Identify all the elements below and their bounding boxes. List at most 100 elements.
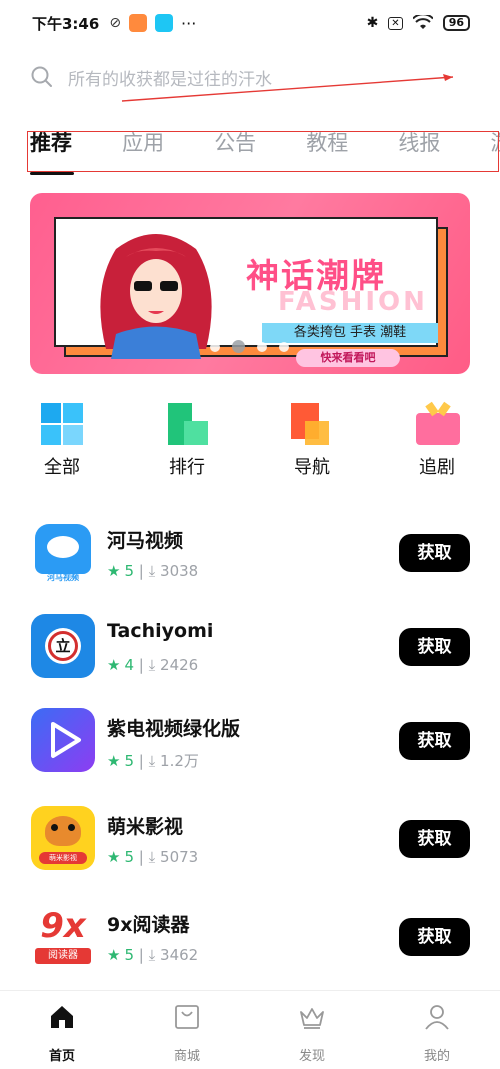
carousel-dot[interactable] [279, 342, 289, 352]
tv-icon [416, 401, 460, 445]
reader-icon-sublabel: 阅读器 [35, 948, 91, 964]
app-name: 紫电视频绿化版 [107, 718, 241, 740]
category-label: 排行 [169, 457, 205, 478]
app-rating: 4 [124, 656, 134, 674]
shopping-bag-icon [175, 1005, 199, 1029]
tachiyomi-icon-label: 立 [48, 631, 78, 661]
nav-home[interactable]: 首页 [22, 1001, 102, 1064]
app-rating: 5 [124, 752, 134, 770]
app-notification-icon [129, 14, 148, 32]
status-time: 下午3:46 [32, 14, 100, 33]
annotation-box [27, 131, 499, 172]
carousel-dot[interactable] [257, 342, 267, 352]
banner-cta[interactable]: 快来看看吧 [296, 349, 400, 367]
get-button[interactable]: 获取 [399, 628, 470, 666]
app-name: 萌米影视 [107, 816, 184, 838]
reader-icon-label: 9x [40, 906, 86, 946]
app-meta: ★ 5 | ⤓ 3462 [107, 946, 198, 964]
bluetooth-icon: ✱ [366, 15, 379, 31]
star-icon: ★ [107, 848, 121, 866]
download-icon: ⤓ [148, 946, 156, 964]
category-label: 追剧 [419, 457, 455, 478]
app-meta: ★ 5 | ⤓ 3038 [107, 562, 198, 580]
app-downloads: 3038 [160, 562, 199, 580]
list-item[interactable]: 9x 阅读器 9x阅读器 ★ 5 | ⤓ 3462 获取 [0, 904, 500, 974]
star-icon: ★ [107, 562, 121, 580]
annotation-arrow [121, 74, 454, 102]
hippo-video-icon-label: 河马视频 [47, 573, 79, 582]
banner-fashion: FASHION [278, 287, 428, 317]
camel-icon: 萌米影视 [31, 806, 95, 870]
tachiyomi-icon: 立 [31, 614, 95, 678]
app-name: 9x阅读器 [107, 914, 190, 936]
get-button[interactable]: 获取 [399, 918, 470, 956]
grid-icon [41, 403, 83, 445]
category-all[interactable]: 全部 [22, 400, 102, 479]
more-notifications-icon: ··· [181, 13, 197, 33]
wifi-icon [412, 15, 433, 29]
app-downloads: 5073 [160, 848, 199, 866]
app-rating: 5 [124, 848, 134, 866]
divider: | [138, 752, 149, 770]
get-button[interactable]: 获取 [399, 820, 470, 858]
navigation-icon [291, 403, 333, 445]
nav-label: 发现 [298, 1049, 325, 1064]
crown-icon [300, 1008, 324, 1029]
mute-icon: ⊘ [109, 15, 122, 31]
sim-icon: ✕ [388, 16, 403, 30]
get-button[interactable]: 获取 [399, 534, 470, 572]
category-tv[interactable]: 追剧 [397, 400, 477, 479]
category-label: 全部 [44, 457, 80, 478]
banner-subtitle: 各类挎包 手表 潮鞋 [262, 323, 438, 343]
play-icon [31, 708, 95, 772]
list-item[interactable]: 萌米影视 萌米影视 ★ 5 | ⤓ 5073 获取 [0, 806, 500, 876]
download-icon: ⤓ [148, 562, 156, 580]
list-item[interactable]: 紫电视频绿化版 ★ 5 | ⤓ 1.2万 获取 [0, 708, 500, 778]
hippo-video-icon: 河马视频 [31, 520, 95, 584]
ranking-icon [166, 403, 208, 445]
nav-label: 首页 [48, 1049, 75, 1064]
carousel-indicator [210, 340, 289, 353]
nav-discover[interactable]: 发现 [272, 1001, 352, 1064]
app-rating: 5 [124, 946, 134, 964]
model-illustration [100, 234, 212, 359]
status-right: ✱ ✕ 96 [367, 15, 470, 31]
battery-icon: 96 [442, 15, 470, 31]
bottom-navigation: 首页 商城 发现 我的 [0, 990, 500, 1069]
get-button[interactable]: 获取 [399, 722, 470, 760]
banner-card: 神话潮牌 FASHION 各类挎包 手表 潮鞋 快来看看吧 [54, 217, 438, 367]
app-downloads: 3462 [160, 946, 199, 964]
category-ranking[interactable]: 排行 [147, 400, 227, 479]
list-item[interactable]: 河马视频 河马视频 ★ 5 | ⤓ 3038 获取 [0, 520, 500, 590]
star-icon: ★ [107, 946, 121, 964]
app-name: Tachiyomi [107, 620, 214, 642]
app-meta: ★ 4 | ⤓ 2426 [107, 656, 198, 674]
app-downloads: 2426 [160, 656, 199, 674]
promo-banner[interactable]: 神话潮牌 FASHION 各类挎包 手表 潮鞋 快来看看吧 [30, 193, 470, 374]
camel-icon-label: 萌米影视 [39, 852, 87, 864]
user-icon [425, 1005, 449, 1030]
divider: | [138, 848, 149, 866]
app-downloads: 1.2万 [160, 752, 199, 770]
nav-mall[interactable]: 商城 [147, 1001, 227, 1064]
category-navigation[interactable]: 导航 [272, 400, 352, 479]
app-meta: ★ 5 | ⤓ 5073 [107, 848, 198, 866]
category-label: 导航 [294, 457, 330, 478]
star-icon: ★ [107, 752, 121, 770]
download-icon: ⤓ [148, 752, 156, 770]
carousel-dot[interactable] [210, 342, 220, 352]
carousel-dot-active[interactable] [232, 340, 245, 353]
divider: | [138, 562, 149, 580]
app-name: 河马视频 [107, 530, 184, 552]
nav-profile[interactable]: 我的 [397, 1001, 477, 1064]
status-bar: 下午3:46 ⊘ ··· ✱ ✕ 96 [0, 0, 500, 46]
download-icon: ⤓ [148, 656, 156, 674]
divider: | [138, 946, 149, 964]
reader-icon: 9x 阅读器 [31, 904, 95, 968]
category-shortcuts: 全部 排行 导航 追剧 [0, 400, 500, 480]
list-item[interactable]: 立 Tachiyomi ★ 4 | ⤓ 2426 获取 [0, 614, 500, 684]
search-icon [31, 66, 52, 87]
home-icon [51, 1006, 73, 1028]
app-rating: 5 [124, 562, 134, 580]
app-notification-icon [155, 14, 174, 32]
